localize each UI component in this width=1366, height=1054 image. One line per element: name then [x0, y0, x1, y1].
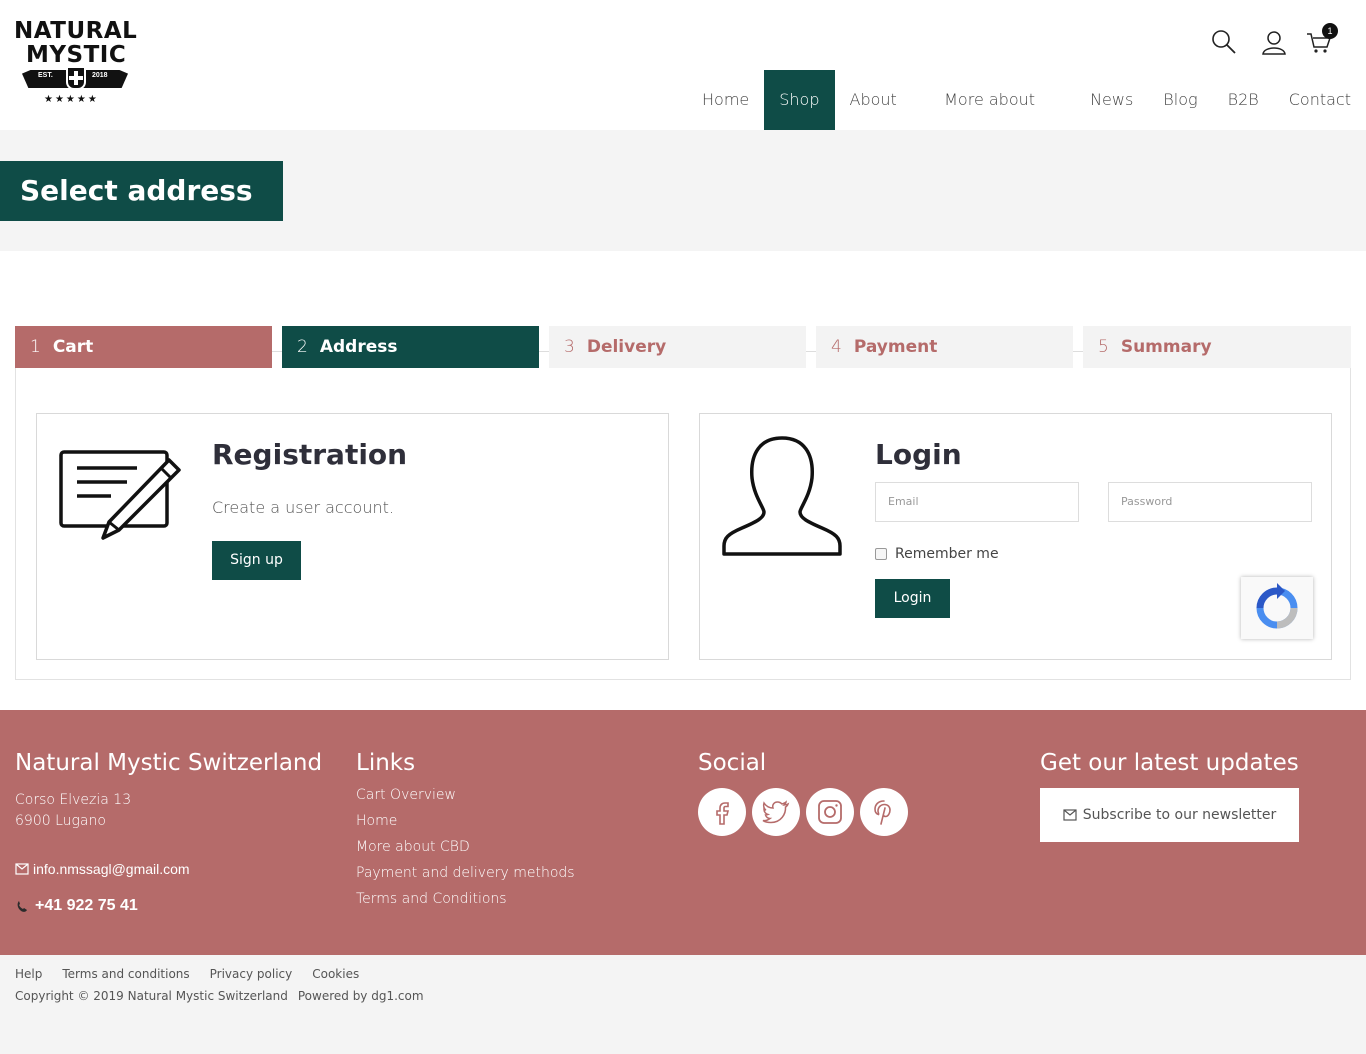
- search-icon[interactable]: [1210, 28, 1238, 56]
- site-logo[interactable]: NATURAL MYSTIC EST. 2018 ★★★★★: [14, 18, 138, 112]
- footer-social-title: Social: [698, 750, 767, 776]
- nav-shop[interactable]: Shop: [764, 70, 835, 130]
- legal-links: Help Terms and conditions Privacy policy…: [15, 967, 359, 981]
- footer-social: Social: [698, 750, 908, 836]
- link-terms-and-conditions[interactable]: Terms and conditions: [62, 967, 189, 981]
- phone-icon: [17, 901, 27, 912]
- footer-company: Natural Mystic Switzerland Corso Elvezia…: [15, 750, 323, 914]
- remember-me[interactable]: Remember me: [875, 546, 999, 562]
- footer-links-title: Links: [356, 750, 416, 776]
- password-field[interactable]: Password: [1108, 482, 1312, 522]
- nav-news[interactable]: News: [1075, 70, 1148, 130]
- step-number: 2: [297, 337, 308, 357]
- email-field[interactable]: Email: [875, 482, 1079, 522]
- checkout-steps: 1 Cart 2 Address 3 Delivery 4 Payment 5 Summa…: [15, 326, 1351, 368]
- logo-line1: NATURAL: [14, 18, 138, 44]
- link-cookies[interactable]: Cookies: [312, 967, 359, 981]
- logo-line2: MYSTIC: [26, 42, 127, 68]
- step-payment: 4 Payment: [816, 326, 1073, 368]
- recaptcha-badge[interactable]: [1241, 577, 1313, 639]
- step-label: Address: [319, 337, 398, 357]
- login-button[interactable]: Login: [875, 579, 950, 618]
- login-title: Login: [875, 438, 962, 471]
- step-address[interactable]: 2 Address: [282, 326, 539, 368]
- subscribe-newsletter-button[interactable]: Subscribe to our newsletter: [1040, 788, 1299, 842]
- step-cart[interactable]: 1 Cart: [15, 326, 272, 368]
- footer-link-payment-delivery[interactable]: Payment and delivery methods: [356, 860, 575, 886]
- nav-home[interactable]: Home: [687, 70, 764, 130]
- step-number: 5: [1098, 337, 1109, 357]
- signup-button[interactable]: Sign up: [212, 541, 301, 580]
- footer-newsletter: Get our latest updates Subscribe to our …: [1040, 750, 1299, 842]
- step-label: Delivery: [586, 337, 667, 357]
- logo-stars: ★★★★★: [44, 94, 99, 105]
- footer-link-home[interactable]: Home: [356, 808, 575, 834]
- step-label: Summary: [1120, 337, 1212, 357]
- site-footer: Natural Mystic Switzerland Corso Elvezia…: [0, 710, 1366, 955]
- title-band: Select address: [0, 130, 1366, 251]
- footer-links: Links Cart Overview Home More about CBD …: [356, 750, 575, 912]
- subscribe-newsletter-label: Subscribe to our newsletter: [1082, 807, 1277, 823]
- footer-email[interactable]: info.nmssagl@gmail.com: [15, 861, 190, 877]
- address-line2: 6900 Lugano: [15, 813, 106, 829]
- footer-phone-text: +41 922 75 41: [35, 897, 138, 914]
- twitter-icon[interactable]: [752, 788, 800, 836]
- cart-count-badge: 1: [1322, 23, 1338, 39]
- step-label: Cart: [52, 337, 94, 357]
- logo-est: EST.: [38, 72, 53, 79]
- logo-year: 2018: [92, 72, 108, 79]
- nav-more-about-cbd[interactable]: More about CBD: [929, 70, 1075, 169]
- envelope-icon: [15, 863, 29, 875]
- link-privacy-policy[interactable]: Privacy policy: [210, 967, 293, 981]
- footer-link-cart-overview[interactable]: Cart Overview: [356, 782, 575, 808]
- swiss-cross-icon: [66, 66, 86, 90]
- remember-me-label: Remember me: [895, 546, 999, 562]
- step-delivery: 3 Delivery: [549, 326, 806, 368]
- registration-title: Registration: [212, 438, 408, 471]
- user-silhouette-icon: [720, 434, 844, 563]
- remember-me-checkbox[interactable]: [875, 548, 887, 560]
- user-icon[interactable]: [1260, 28, 1288, 56]
- footer-newsletter-title: Get our latest updates: [1040, 750, 1299, 776]
- address-line1: Corso Elvezia 13: [15, 792, 132, 808]
- address-panel: Registration Create a user account. Sign…: [15, 368, 1351, 680]
- facebook-icon[interactable]: [698, 788, 746, 836]
- envelope-icon: [1063, 809, 1077, 821]
- pinterest-icon[interactable]: [860, 788, 908, 836]
- copyright: Copyright © 2019 Natural Mystic Switzerl…: [15, 989, 424, 1003]
- footer-email-text: info.nmssagl@gmail.com: [33, 861, 190, 877]
- registration-form-icon: [57, 446, 181, 551]
- link-help[interactable]: Help: [15, 967, 42, 981]
- step-number: 1: [30, 337, 41, 357]
- nav-b2b[interactable]: B2B: [1213, 70, 1274, 130]
- page-title: Select address: [0, 161, 283, 221]
- bottom-bar: Help Terms and conditions Privacy policy…: [0, 955, 1366, 1054]
- step-number: 4: [831, 337, 842, 357]
- site-header: NATURAL MYSTIC EST. 2018 ★★★★★ 1 Home Sh…: [0, 0, 1366, 169]
- copyright-text: Copyright © 2019 Natural Mystic Switzerl…: [15, 989, 288, 1003]
- login-card: Login Email Password Remember me Login: [699, 413, 1332, 660]
- registration-card: Registration Create a user account. Sign…: [36, 413, 669, 660]
- step-number: 3: [564, 337, 575, 357]
- step-summary: 5 Summary: [1083, 326, 1351, 368]
- step-label: Payment: [853, 337, 938, 357]
- footer-link-more-about-cbd[interactable]: More about CBD: [356, 834, 575, 860]
- footer-phone[interactable]: +41 922 75 41: [15, 897, 138, 915]
- nav-contact[interactable]: Contact: [1274, 70, 1366, 130]
- footer-link-terms[interactable]: Terms and Conditions: [356, 886, 575, 912]
- instagram-icon[interactable]: [806, 788, 854, 836]
- powered-by-link[interactable]: Powered by dg1.com: [298, 989, 424, 1003]
- nav-about-us[interactable]: About Us: [835, 70, 930, 169]
- registration-description: Create a user account.: [212, 498, 394, 517]
- nav-blog[interactable]: Blog: [1148, 70, 1212, 130]
- footer-company-title: Natural Mystic Switzerland: [15, 750, 323, 776]
- main-nav: Home Shop About Us More about CBD News B…: [687, 70, 1366, 169]
